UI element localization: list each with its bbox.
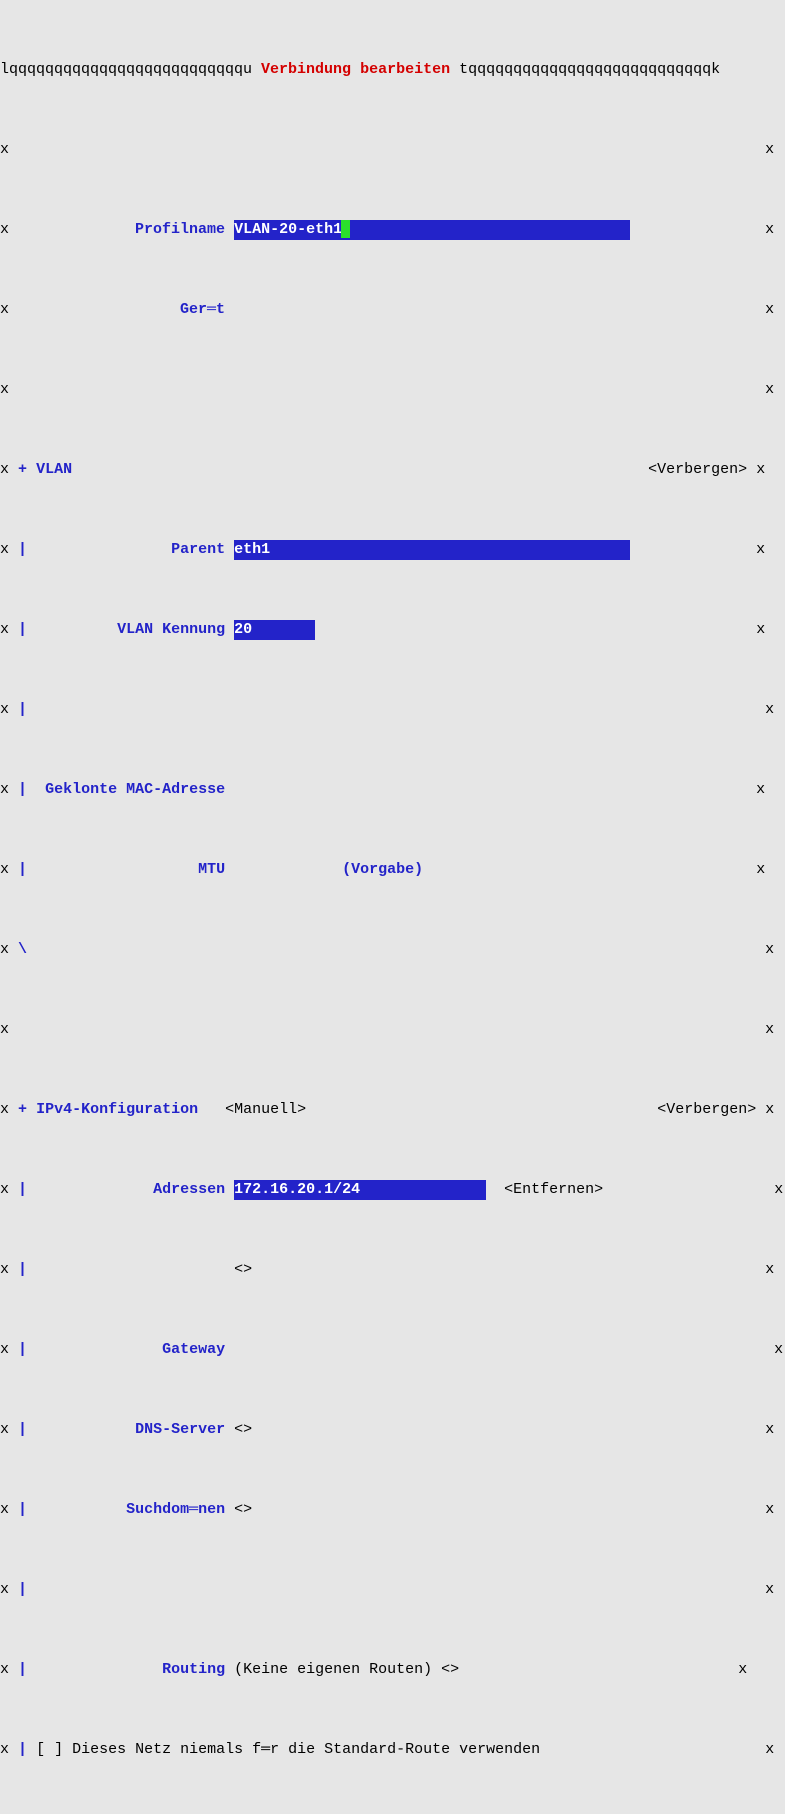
address-remove-button[interactable]: <Entfernen> xyxy=(504,1180,603,1200)
border-left: x xyxy=(0,1340,9,1360)
border-right: x xyxy=(765,1020,774,1040)
border-left: x xyxy=(0,1500,9,1520)
border-left: x xyxy=(0,1180,9,1200)
border-right: x xyxy=(765,140,774,160)
tree-pipe: | xyxy=(18,860,27,880)
nmtui-edit-dialog: lqqqqqqqqqqqqqqqqqqqqqqqqqqu Verbindung … xyxy=(0,0,785,1814)
search-domains-add-button[interactable]: <> xyxy=(234,1500,252,1520)
tree-pipe: | xyxy=(18,1180,27,1200)
border-left: x xyxy=(0,300,9,320)
profile-name-input[interactable]: VLAN-20-eth1 xyxy=(234,220,630,240)
border-right: x xyxy=(765,220,774,240)
ipv4-mode-select[interactable]: <Manuell> xyxy=(225,1100,306,1120)
border-segment: tqqqqqqqqqqqqqqqqqqqqqqqqqqqk xyxy=(450,60,720,80)
border-right: x xyxy=(738,1660,747,1680)
border-right: x xyxy=(765,1740,774,1760)
tree-pipe: | xyxy=(18,1340,27,1360)
ipv4-section-label: IPv4-Konfiguration xyxy=(36,1100,198,1120)
border-right: x xyxy=(765,1500,774,1520)
border-right: x xyxy=(756,860,765,880)
routing-value[interactable]: (Keine eigenen Routen) <> xyxy=(234,1660,459,1680)
border-right: x xyxy=(765,1420,774,1440)
border-left: x xyxy=(0,1100,9,1120)
ipv4-hide-button[interactable]: <Verbergen> xyxy=(657,1100,756,1120)
tree-pipe: | xyxy=(18,1660,27,1680)
border-right: x xyxy=(756,540,765,560)
border-left: x xyxy=(0,540,9,560)
tree-pipe: | xyxy=(18,700,27,720)
border-left: x xyxy=(0,1660,9,1680)
border-right: x xyxy=(756,780,765,800)
address-add-button[interactable]: <> xyxy=(234,1260,252,1280)
tree-pipe: | xyxy=(18,1580,27,1600)
border-right: x xyxy=(756,460,765,480)
device-label: Ger═t xyxy=(180,300,225,320)
tree-pipe: | xyxy=(18,1740,27,1760)
border-right: x xyxy=(774,1340,783,1360)
border-left: x xyxy=(0,1260,9,1280)
dns-label: DNS-Server xyxy=(135,1420,225,1440)
border-left: x xyxy=(0,780,9,800)
tree-pipe: | xyxy=(18,620,27,640)
border-right: x xyxy=(756,620,765,640)
cloned-mac-label: Geklonte MAC-Adresse xyxy=(45,780,225,800)
border-right: x xyxy=(765,1260,774,1280)
vlan-id-input[interactable]: 20 xyxy=(234,620,315,640)
parent-input[interactable]: eth1 xyxy=(234,540,630,560)
section-expand-icon[interactable]: + xyxy=(18,1100,27,1120)
tree-pipe: | xyxy=(18,1420,27,1440)
border-right: x xyxy=(765,1580,774,1600)
section-expand-icon[interactable]: + xyxy=(18,460,27,480)
border-left: x xyxy=(0,700,9,720)
tree-pipe: | xyxy=(18,1260,27,1280)
border-left: x xyxy=(0,1740,9,1760)
border-left: x xyxy=(0,1020,9,1040)
border-left: x xyxy=(0,460,9,480)
border-right: x xyxy=(765,380,774,400)
addresses-label: Adressen xyxy=(153,1180,225,1200)
vlan-id-label: VLAN Kennung xyxy=(117,620,225,640)
tree-pipe: | xyxy=(18,780,27,800)
mtu-default-text: (Vorgabe) xyxy=(342,860,423,880)
border-left: x xyxy=(0,940,9,960)
vlan-hide-button[interactable]: <Verbergen> xyxy=(648,460,747,480)
border-left: x xyxy=(0,380,9,400)
never-default-route-checkbox[interactable]: [ ] Dieses Netz niemals f═r die Standard… xyxy=(36,1740,540,1760)
tree-end: \ xyxy=(18,940,27,960)
routing-label: Routing xyxy=(162,1660,225,1680)
dns-add-button[interactable]: <> xyxy=(234,1420,252,1440)
border-right: x xyxy=(774,1180,783,1200)
border-right: x xyxy=(765,300,774,320)
border-left: x xyxy=(0,1580,9,1600)
border-left: x xyxy=(0,220,9,240)
border-right: x xyxy=(765,700,774,720)
border-left: x xyxy=(0,860,9,880)
profile-name-label: Profilname xyxy=(135,220,225,240)
parent-label: Parent xyxy=(171,540,225,560)
border-left: x xyxy=(0,1420,9,1440)
border-right: x xyxy=(765,1100,774,1120)
border-right: x xyxy=(765,940,774,960)
tree-pipe: | xyxy=(18,540,27,560)
dialog-title: Verbindung bearbeiten xyxy=(261,60,450,80)
tree-pipe: | xyxy=(18,1500,27,1520)
gateway-label: Gateway xyxy=(162,1340,225,1360)
border-segment: lqqqqqqqqqqqqqqqqqqqqqqqqqqu xyxy=(0,60,261,80)
border-left: x xyxy=(0,140,9,160)
border-left: x xyxy=(0,620,9,640)
mtu-label: MTU xyxy=(198,860,225,880)
vlan-section-label: VLAN xyxy=(36,460,72,480)
search-domains-label: Suchdom═nen xyxy=(126,1500,225,1520)
address-input[interactable]: 172.16.20.1/24 xyxy=(234,1180,486,1200)
border-top: lqqqqqqqqqqqqqqqqqqqqqqqqqqu Verbindung … xyxy=(0,60,785,80)
